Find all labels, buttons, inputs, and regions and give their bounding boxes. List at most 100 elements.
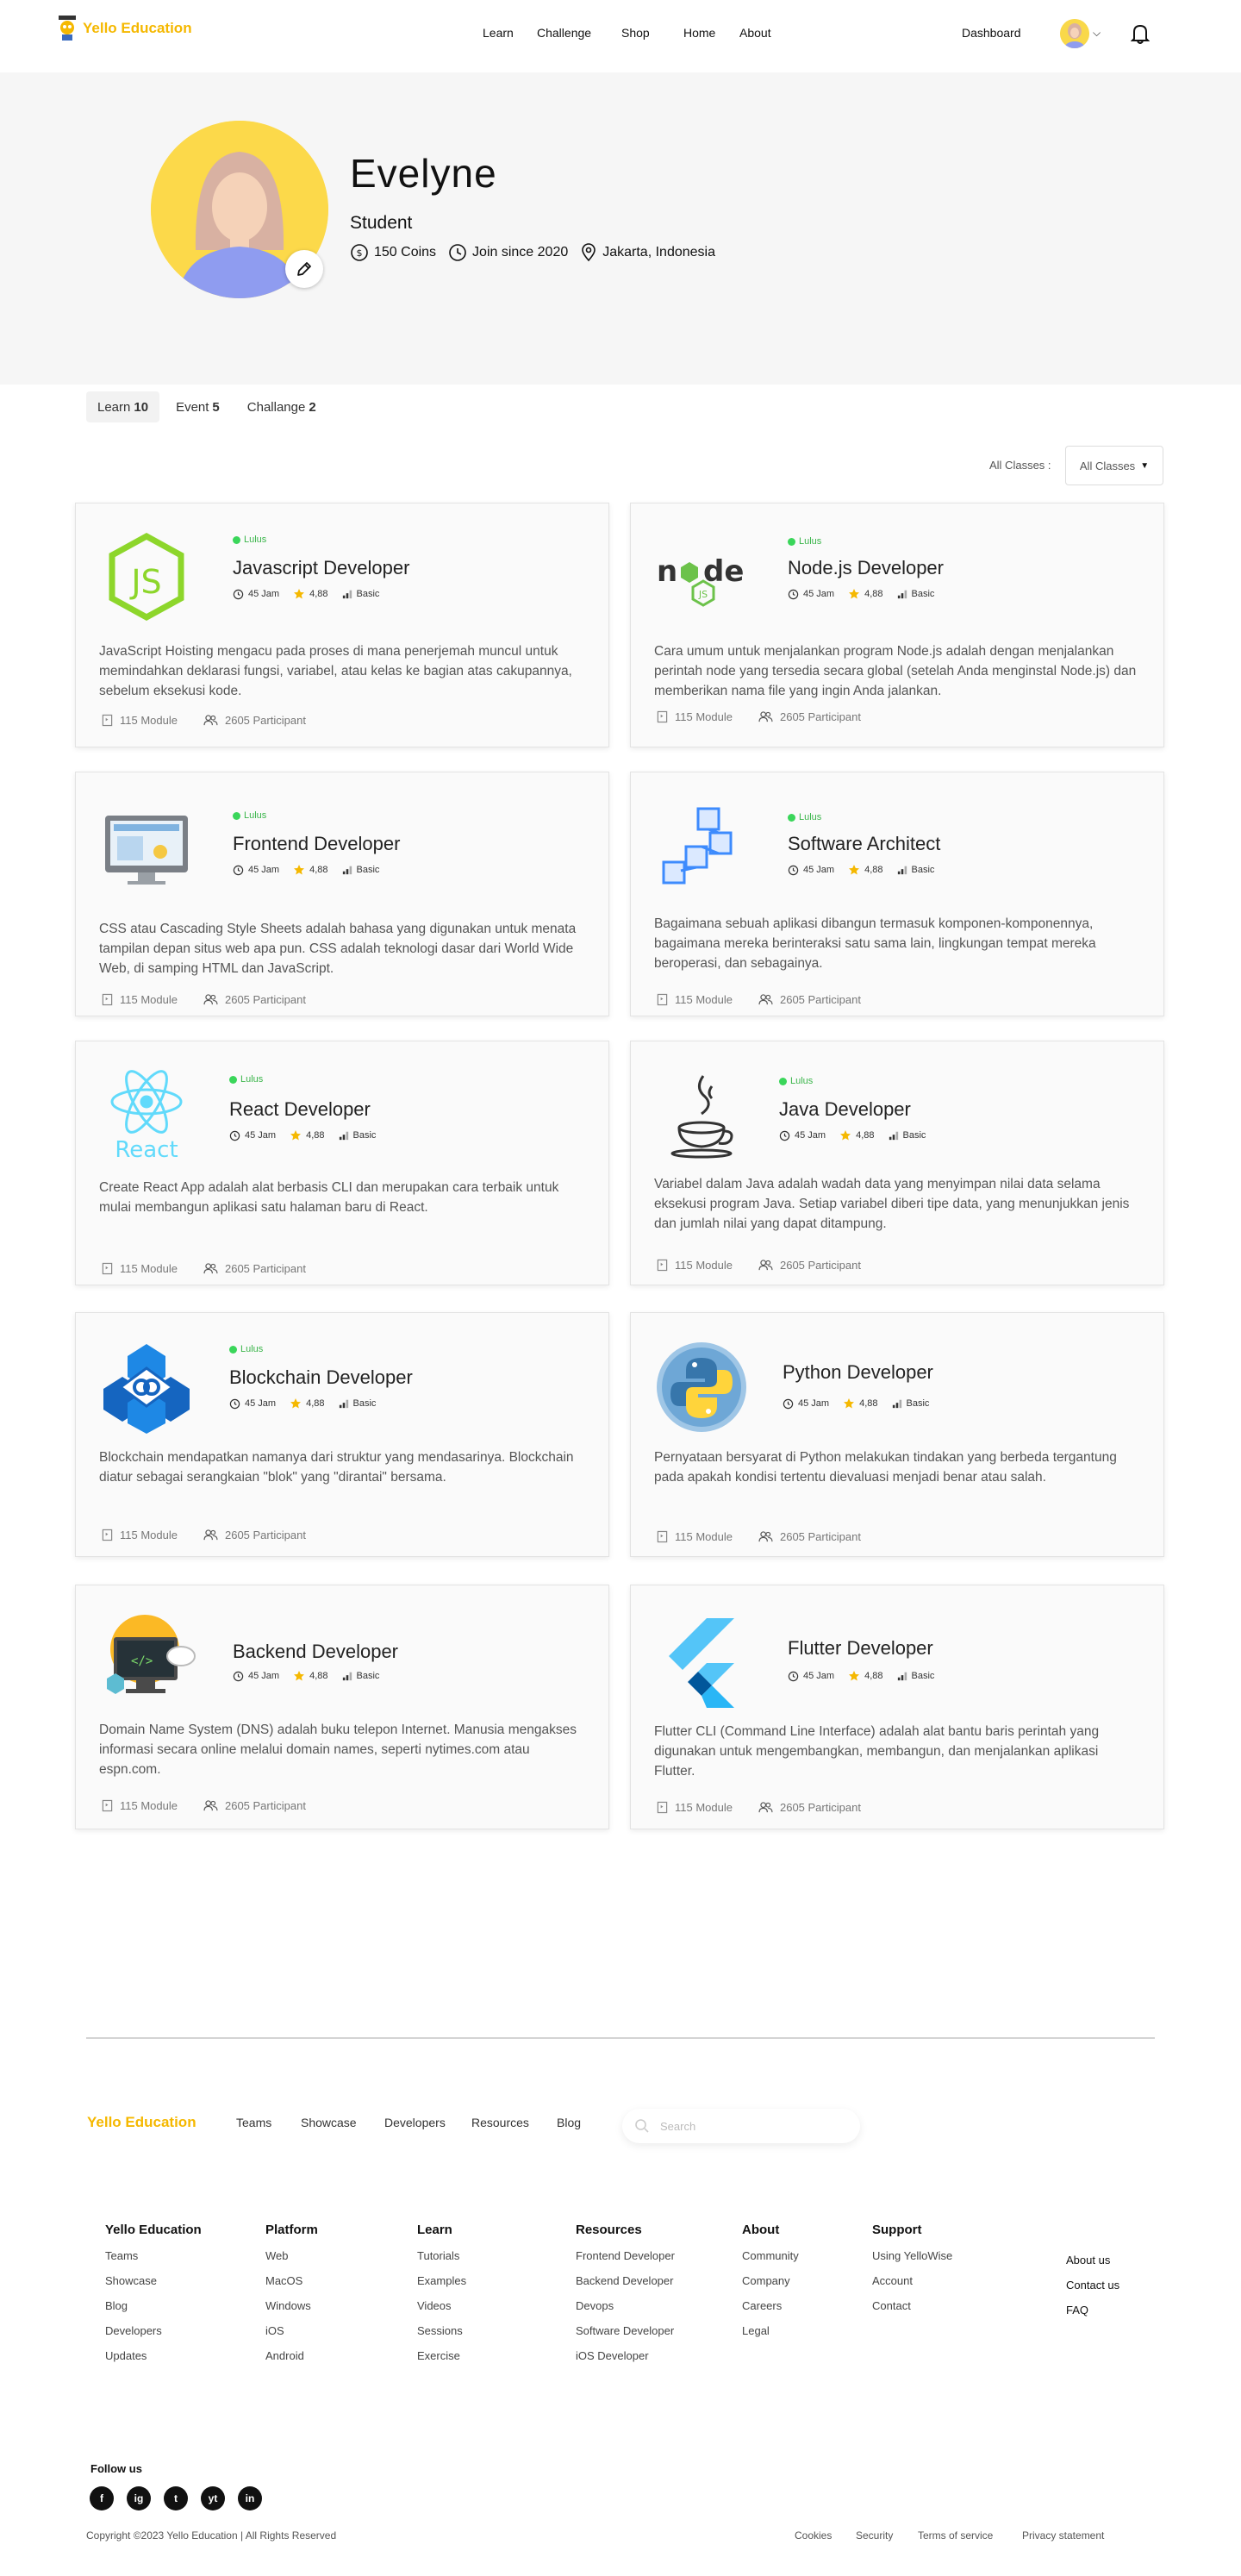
footer-item[interactable]: MacOS (265, 2274, 318, 2299)
footer-link-blog[interactable]: Blog (557, 2116, 581, 2129)
course-card[interactable]: React Lulus React Developer 45 Jam 4,88 Basic… (75, 1041, 609, 1285)
course-card[interactable]: </> Backend Developer 45 Jam 4,88 Basic Domai… (75, 1585, 609, 1829)
tab-challange[interactable]: Challange 2 (236, 391, 327, 422)
badge-label: Lulus (240, 1344, 264, 1354)
course-title[interactable]: React Developer (229, 1098, 371, 1121)
duration-text: 45 Jam (795, 1130, 826, 1141)
footer-item[interactable]: Devops (576, 2299, 675, 2324)
footer-item[interactable]: Web (265, 2249, 318, 2274)
bell-icon[interactable] (1131, 22, 1150, 45)
course-stats: 45 Jam 4,88 Basic (233, 588, 379, 600)
rating: 4,88 (293, 864, 328, 876)
footer-item[interactable]: Legal (742, 2324, 799, 2349)
participants-text: 2605 Participant (224, 714, 306, 727)
footer-link-contact-us[interactable]: Contact us (1066, 2279, 1119, 2304)
footer-item[interactable]: Careers (742, 2299, 799, 2324)
course-title[interactable]: Java Developer (779, 1098, 911, 1121)
course-card[interactable]: Python Developer 45 Jam 4,88 Basic Pernyataa… (630, 1312, 1164, 1557)
footer-item[interactable]: Contact (872, 2299, 952, 2324)
footer-search-input[interactable]: Search (622, 2109, 860, 2143)
footer-item[interactable]: Teams (105, 2249, 202, 2274)
footer-brand[interactable]: Yello Education (87, 2114, 196, 2131)
course-title[interactable]: Python Developer (783, 1361, 933, 1384)
footer-link-security[interactable]: Security (856, 2529, 893, 2542)
footer-item[interactable]: Developers (105, 2324, 202, 2349)
svg-text:</>: </> (131, 1654, 153, 1668)
youtube-icon[interactable]: yt (201, 2486, 225, 2510)
level-text: Basic (911, 1671, 935, 1681)
modules: 115 Module (102, 1529, 178, 1541)
footer-item[interactable]: Updates (105, 2349, 202, 2374)
footer-link-resources[interactable]: Resources (471, 2116, 529, 2129)
footer-item[interactable]: Windows (265, 2299, 318, 2324)
linkedin-icon[interactable]: in (238, 2486, 262, 2510)
course-description: Create React App adalah alat berbasis CL… (99, 1180, 559, 1215)
nav-learn[interactable]: Learn (483, 26, 514, 40)
footer-link-cookies[interactable]: Cookies (795, 2529, 832, 2542)
footer-item[interactable]: iOS Developer (576, 2349, 675, 2374)
facebook-icon[interactable]: f (90, 2486, 114, 2510)
footer-item[interactable]: Blog (105, 2299, 202, 2324)
participants-text: 2605 Participant (224, 1529, 306, 1541)
footer-item[interactable]: iOS (265, 2324, 318, 2349)
course-title[interactable]: Flutter Developer (788, 1637, 933, 1660)
course-card[interactable]: Flutter Developer 45 Jam 4,88 Basic Flutter … (630, 1585, 1164, 1829)
footer-item[interactable]: Backend Developer (576, 2274, 675, 2299)
course-title[interactable]: Javascript Developer (233, 557, 409, 579)
nav-challenge[interactable]: Challenge (537, 26, 591, 40)
tab-label: Learn (97, 399, 131, 415)
footer-link-about-us[interactable]: About us (1066, 2254, 1119, 2279)
course-title[interactable]: Blockchain Developer (229, 1366, 413, 1389)
footer-item[interactable]: Android (265, 2349, 318, 2374)
course-title[interactable]: Backend Developer (233, 1641, 398, 1663)
duration: 45 Jam (779, 1130, 826, 1141)
footer-item[interactable]: Software Developer (576, 2324, 675, 2349)
footer-item[interactable]: Exercise (417, 2349, 466, 2374)
footer-item[interactable]: Company (742, 2274, 799, 2299)
footer-item[interactable]: Sessions (417, 2324, 466, 2349)
course-card[interactable]: JS Lulus Javascript Developer 45 Jam 4,88 Bas… (75, 503, 609, 747)
footer-link-privacy[interactable]: Privacy statement (1022, 2529, 1104, 2542)
copyright: Copyright ©2023 Yello Education | All Ri… (86, 2529, 337, 2542)
nav-home[interactable]: Home (683, 26, 715, 40)
footer-item[interactable]: Videos (417, 2299, 466, 2324)
footer-link-showcase[interactable]: Showcase (301, 2116, 357, 2129)
footer-link-developers[interactable]: Developers (384, 2116, 446, 2129)
nav-shop[interactable]: Shop (621, 26, 650, 40)
footer-link-teams[interactable]: Teams (236, 2116, 271, 2129)
footer-item[interactable]: Frontend Developer (576, 2249, 675, 2274)
footer-item[interactable]: Account (872, 2274, 952, 2299)
tab-event[interactable]: Event 5 (165, 391, 231, 422)
tab-learn[interactable]: Learn 10 (86, 391, 160, 422)
user-avatar[interactable] (1060, 19, 1089, 48)
footer-link-terms[interactable]: Terms of service (918, 2529, 993, 2542)
completed-badge: Lulus (779, 1076, 813, 1086)
footer-item[interactable]: Examples (417, 2274, 466, 2299)
nav-about[interactable]: About (739, 26, 771, 40)
course-footer: 115 Module 2605 Participant (657, 993, 861, 1006)
footer-link-faq[interactable]: FAQ (1066, 2304, 1119, 2329)
course-title[interactable]: Frontend Developer (233, 833, 400, 855)
course-card[interactable]: Lulus Software Architect 45 Jam 4,88 Basic Ba… (630, 772, 1164, 1016)
duration: 45 Jam (233, 1671, 279, 1682)
course-card[interactable]: Lulus Java Developer 45 Jam 4,88 Basic Variab… (630, 1041, 1164, 1285)
course-title[interactable]: Node.js Developer (788, 557, 944, 579)
duration: 45 Jam (229, 1398, 276, 1410)
level-bars-icon (897, 1672, 907, 1681)
chevron-down-icon[interactable]: ⌵ (1093, 27, 1101, 40)
footer-item[interactable]: Using YelloWise (872, 2249, 952, 2274)
edit-avatar-button[interactable] (285, 250, 323, 288)
course-card[interactable]: Lulus Frontend Developer 45 Jam 4,88 Basic CS… (75, 772, 609, 1016)
nav-dashboard[interactable]: Dashboard (962, 26, 1021, 40)
course-card[interactable]: Lulus Blockchain Developer 45 Jam 4,88 Basic… (75, 1312, 609, 1557)
course-title[interactable]: Software Architect (788, 833, 940, 855)
course-card[interactable]: n de JS Lulus Node.js Developer 45 Jam 4,88 Bas… (630, 503, 1164, 747)
instagram-icon[interactable]: ig (127, 2486, 151, 2510)
brand-logo[interactable]: Yello Education (57, 14, 192, 43)
twitter-icon[interactable]: t (164, 2486, 188, 2510)
footer-item[interactable]: Showcase (105, 2274, 202, 2299)
footer-item[interactable]: Tutorials (417, 2249, 466, 2274)
duration-text: 45 Jam (245, 1130, 277, 1141)
footer-item[interactable]: Community (742, 2249, 799, 2274)
class-filter-select[interactable]: All Classes ▼ (1065, 446, 1163, 485)
